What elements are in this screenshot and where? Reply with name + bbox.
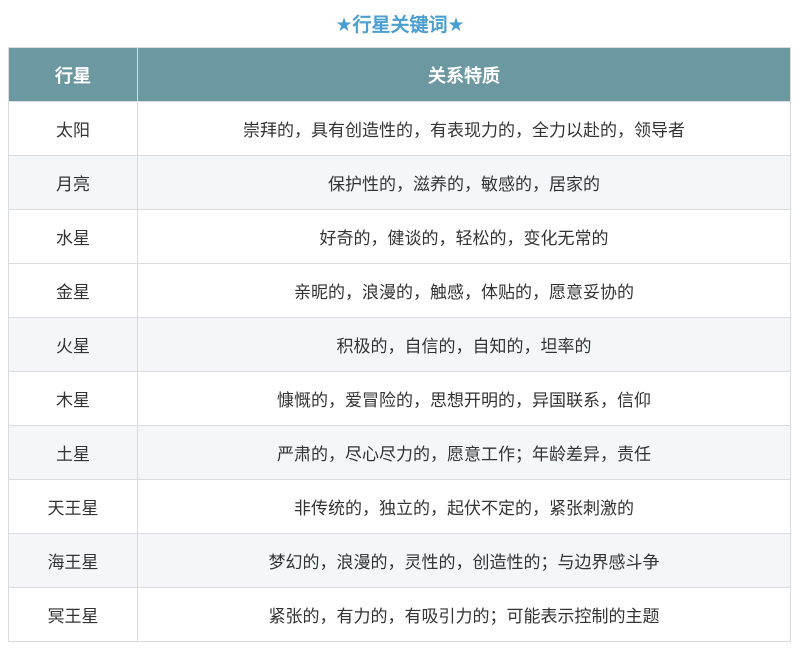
table-row: 火星 积极的，自信的，自知的，坦率的 — [8, 317, 791, 372]
planet-cell: 木星 — [8, 371, 138, 426]
planet-cell: 火星 — [8, 317, 138, 372]
table-row: 水星 好奇的，健谈的，轻松的，变化无常的 — [8, 209, 791, 264]
planet-cell: 太阳 — [8, 101, 138, 156]
column-header-traits: 关系特质 — [137, 47, 791, 102]
planet-cell: 土星 — [8, 425, 138, 480]
planet-cell: 冥王星 — [8, 587, 138, 642]
traits-cell: 崇拜的，具有创造性的，有表现力的，全力以赴的，领导者 — [137, 101, 791, 156]
traits-cell: 慷慨的，爱冒险的，思想开明的，异国联系，信仰 — [137, 371, 791, 426]
table-title: ★行星关键词★ — [335, 14, 465, 36]
planet-keywords-table: 行星 关系特质 太阳 崇拜的，具有创造性的，有表现力的，全力以赴的，领导者 月亮… — [8, 47, 791, 642]
traits-cell: 好奇的，健谈的，轻松的，变化无常的 — [137, 209, 791, 264]
planet-cell: 海王星 — [8, 533, 138, 588]
planet-cell: 水星 — [8, 209, 138, 264]
table-row: 太阳 崇拜的，具有创造性的，有表现力的，全力以赴的，领导者 — [8, 101, 791, 156]
table-row: 冥王星 紧张的，有力的，有吸引力的；可能表示控制的主题 — [8, 587, 791, 642]
traits-cell: 严肃的，尽心尽力的，愿意工作；年龄差异，责任 — [137, 425, 791, 480]
planet-cell: 天王星 — [8, 479, 138, 534]
traits-cell: 非传统的，独立的，起伏不定的，紧张刺激的 — [137, 479, 791, 534]
table-row: 金星 亲昵的，浪漫的，触感，体贴的，愿意妥协的 — [8, 263, 791, 318]
table-row: 土星 严肃的，尽心尽力的，愿意工作；年龄差异，责任 — [8, 425, 791, 480]
table-header-row: 行星 关系特质 — [8, 47, 791, 102]
planet-cell: 金星 — [8, 263, 138, 318]
table-row: 月亮 保护性的，滋养的，敏感的，居家的 — [8, 155, 791, 210]
planet-cell: 月亮 — [8, 155, 138, 210]
traits-cell: 积极的，自信的，自知的，坦率的 — [137, 317, 791, 372]
traits-cell: 梦幻的，浪漫的，灵性的，创造性的；与边界感斗争 — [137, 533, 791, 588]
traits-cell: 亲昵的，浪漫的，触感，体贴的，愿意妥协的 — [137, 263, 791, 318]
traits-cell: 保护性的，滋养的，敏感的，居家的 — [137, 155, 791, 210]
traits-cell: 紧张的，有力的，有吸引力的；可能表示控制的主题 — [137, 587, 791, 642]
table-row: 天王星 非传统的，独立的，起伏不定的，紧张刺激的 — [8, 479, 791, 534]
table-row: 海王星 梦幻的，浪漫的，灵性的，创造性的；与边界感斗争 — [8, 533, 791, 588]
column-header-planet: 行星 — [8, 47, 138, 102]
table-row: 木星 慷慨的，爱冒险的，思想开明的，异国联系，信仰 — [8, 371, 791, 426]
